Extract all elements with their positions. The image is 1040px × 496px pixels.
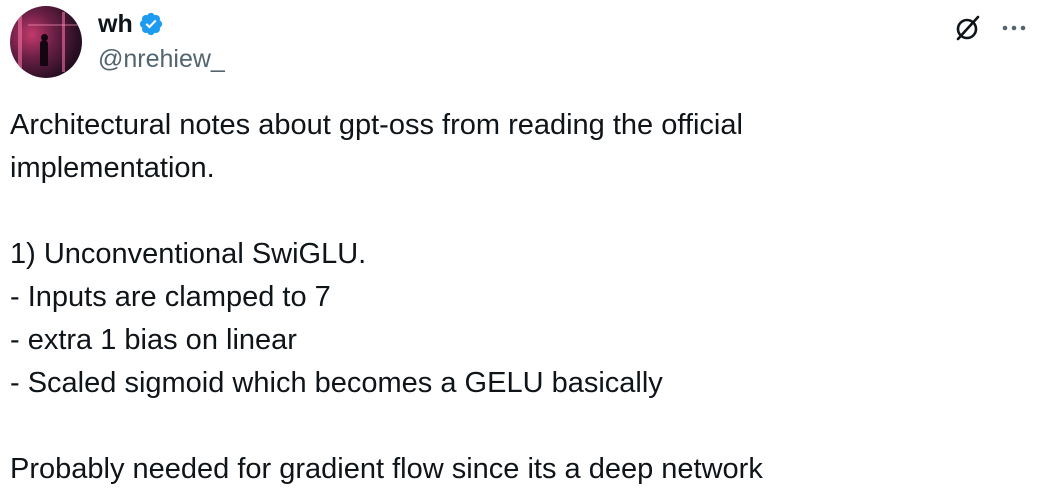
tweet-text-line: - extra 1 bias on linear [10,324,297,356]
author-name[interactable]: wh [98,9,133,39]
avatar-decor [62,12,65,72]
author-handle[interactable]: @nrehiew_ [98,44,225,74]
tweet-text-line [10,190,1020,233]
verified-badge-icon [139,12,162,36]
avatar-figure [40,40,48,66]
tweet-text-line [10,405,1020,448]
tweet-text: Architectural notes about gpt-oss from r… [10,104,1020,491]
tweet-card: wh @nrehiew_ Architectural notes about g… [0,0,1040,496]
avatar-decor [18,10,22,74]
avatar-decor [28,24,78,26]
tweet-text-line: Probably needed for gradient flow since … [10,453,763,485]
tweet-text-line: - Scaled sigmoid which becomes a GELU ba… [10,367,663,399]
more-options-icon[interactable] [999,14,1029,42]
avatar[interactable] [10,6,82,78]
tweet-text-line: - Inputs are clamped to 7 [10,281,331,313]
author-name-row: wh [98,8,164,40]
grok-icon[interactable] [954,14,982,42]
tweet-text-line: Architectural notes about gpt-oss from r… [10,109,743,141]
tweet-text-line: implementation. [10,152,215,184]
tweet-text-line: 1) Unconventional SwiGLU. [10,238,367,270]
